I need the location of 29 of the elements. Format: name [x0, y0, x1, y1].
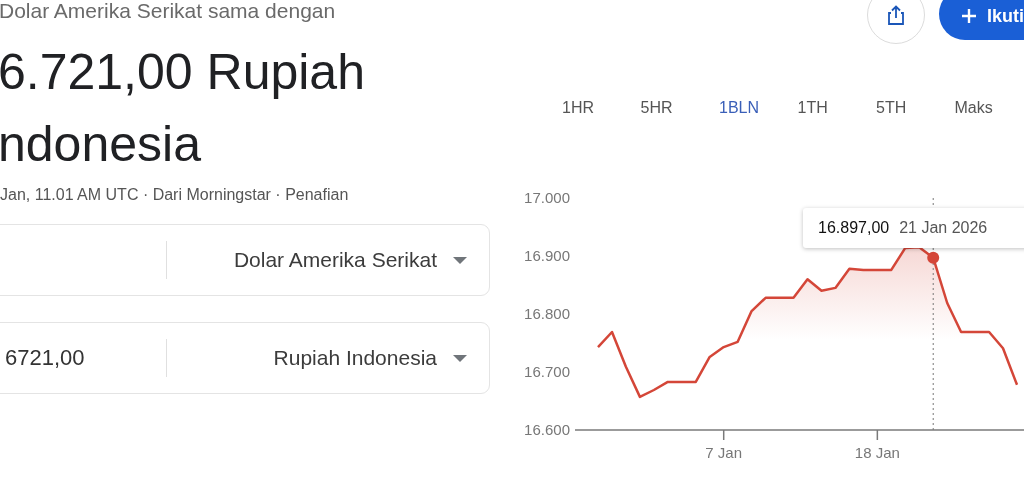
follow-button[interactable]: Ikuti [939, 0, 1024, 40]
conversion-subtitle: Dolar Amerika Serikat sama dengan [0, 0, 337, 24]
axis-label: 7 Jan [705, 444, 743, 461]
range-tab[interactable]: 5HR [640, 98, 719, 118]
axis-label: 18 Jan [854, 444, 900, 461]
caret-icon [453, 354, 467, 362]
converted-amount: 6.721,00 Rupiah [0, 43, 366, 102]
axis-label: 16.900 [524, 247, 570, 264]
tooltip-value: 16.897,00 [818, 219, 890, 237]
range-tab[interactable]: 1TH [797, 98, 876, 118]
price-marker [927, 251, 940, 264]
share-icon [887, 5, 905, 25]
update-info: Jan, 11.01 AM UTC · Dari Morningstar · Penafian [0, 186, 350, 204]
plus-icon [961, 8, 977, 24]
range-tab[interactable]: Maks [954, 98, 1024, 118]
caret-icon [453, 256, 467, 264]
amount-input[interactable]: 6721,00 [5, 345, 85, 370]
axis-label: 16.800 [524, 305, 570, 322]
axis-label: 16.600 [524, 421, 570, 438]
currency-select[interactable]: Rupiah Indonesia [167, 346, 489, 370]
tooltip-date: 21 Jan 2026 [899, 219, 988, 237]
axis-label: 17.000 [524, 189, 570, 206]
converted-amount: ndonesia [0, 115, 202, 174]
currency-select[interactable]: Dolar Amerika Serikat [167, 248, 489, 272]
range-tab[interactable]: 1HR [562, 98, 641, 118]
share-button[interactable] [867, 0, 925, 44]
range-tab[interactable]: 5TH [876, 98, 955, 118]
range-tab[interactable]: 1BLN [719, 98, 798, 118]
axis-label: 16.700 [524, 363, 570, 380]
